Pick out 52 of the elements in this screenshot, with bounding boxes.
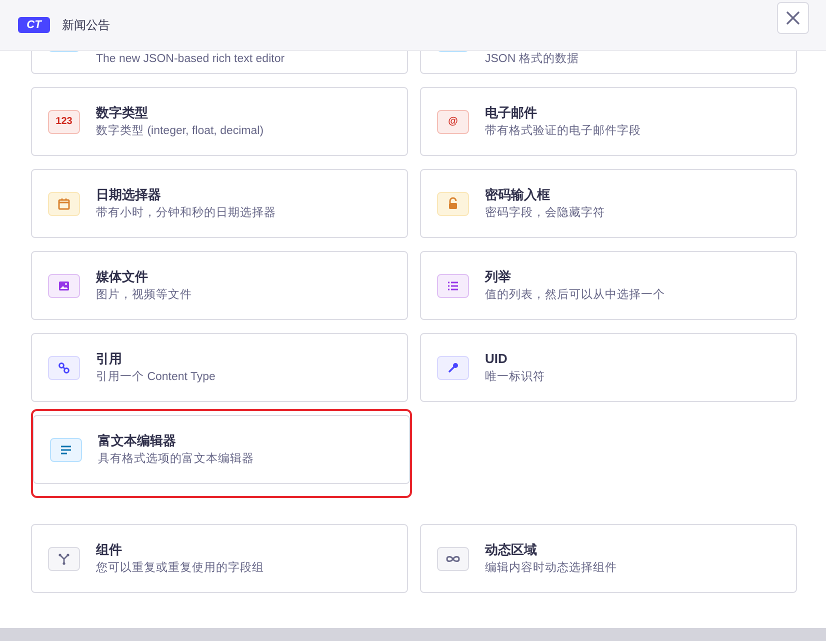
field-type-title: 媒体文件 xyxy=(96,268,149,284)
field-type-card[interactable]: @ 电子邮件 带有格式验证的电子邮件字段 xyxy=(420,87,797,156)
list-icon xyxy=(437,274,469,298)
at-sign-icon: @ xyxy=(437,110,469,134)
field-type-description: 带有格式验证的电子邮件字段 xyxy=(485,124,641,138)
field-type-title: 电子邮件 xyxy=(485,104,538,120)
field-type-description: 您可以重复或重复使用的字段组 xyxy=(96,560,264,576)
field-type-description: 密码字段，会隐藏字符 xyxy=(485,206,605,220)
field-type-card[interactable]: 引用 引用一个 Content Type xyxy=(31,333,408,402)
close-icon xyxy=(786,10,800,24)
field-type-description: The new JSON-based rich text editor xyxy=(96,52,285,67)
app-logo: CT xyxy=(18,17,50,33)
field-type-title: 动态区域 xyxy=(485,542,538,558)
field-type-card[interactable]: 媒体文件 图片，视频等文件 xyxy=(31,251,408,320)
field-type-card[interactable]: 动态区域 编辑内容时动态选择组件 xyxy=(420,524,797,593)
field-type-description: 图片，视频等文件 xyxy=(96,288,192,302)
field-type-title: 数字类型 xyxy=(96,104,149,120)
field-type-card[interactable]: 组件 您可以重复或重复使用的字段组 xyxy=(31,524,408,593)
field-type-description: JSON 格式的数据 xyxy=(485,52,579,67)
number-icon: 123 xyxy=(48,110,80,134)
padlock-icon xyxy=(437,192,469,216)
key-icon xyxy=(437,356,469,380)
modal-title: 新闻公告 xyxy=(62,16,110,34)
field-type-title: 组件 xyxy=(96,542,123,558)
field-type-card[interactable]: 列举 值的列表，然后可以从中选择一个 xyxy=(420,251,797,320)
text-lines-icon xyxy=(50,438,82,462)
field-type-title: 列举 xyxy=(485,268,512,284)
field-type-description: 唯一标识符 xyxy=(485,370,545,384)
link-icon xyxy=(48,356,80,380)
close-button[interactable] xyxy=(777,2,809,34)
field-type-title: 富文本编辑器 xyxy=(98,432,177,448)
field-type-description: 带有小时，分钟和秒的日期选择器 xyxy=(96,206,276,220)
field-type-card[interactable]: The new JSON-based rich text editor xyxy=(31,51,408,74)
field-type-description: 引用一个 Content Type xyxy=(96,370,216,384)
infinity-icon xyxy=(437,546,469,570)
field-type-card[interactable]: 密码输入框 密码字段，会隐藏字符 xyxy=(420,169,797,238)
field-type-description: 数字类型 (integer, float, decimal) xyxy=(96,124,264,138)
field-type-title: 引用 xyxy=(96,350,123,366)
field-type-card[interactable]: 日期选择器 带有小时，分钟和秒的日期选择器 xyxy=(31,169,408,238)
field-type-card[interactable]: UID 唯一标识符 xyxy=(420,333,797,402)
image-icon xyxy=(48,274,80,298)
field-type-title: UID xyxy=(485,350,508,366)
field-type-description: 值的列表，然后可以从中选择一个 xyxy=(485,288,665,302)
calendar-icon xyxy=(48,192,80,216)
field-type-description: 编辑内容时动态选择组件 xyxy=(485,560,617,576)
field-type-title: 密码输入框 xyxy=(485,186,551,202)
field-type-description: 具有格式选项的富文本编辑器 xyxy=(98,452,254,466)
field-type-card[interactable]: 123 数字类型 数字类型 (integer, float, decimal) xyxy=(31,87,408,156)
field-type-card[interactable]: JSON 格式的数据 xyxy=(420,51,797,74)
fork-icon xyxy=(48,546,80,570)
field-type-card[interactable]: 富文本编辑器 具有格式选项的富文本编辑器 xyxy=(33,415,410,484)
field-type-title: 日期选择器 xyxy=(96,186,162,202)
